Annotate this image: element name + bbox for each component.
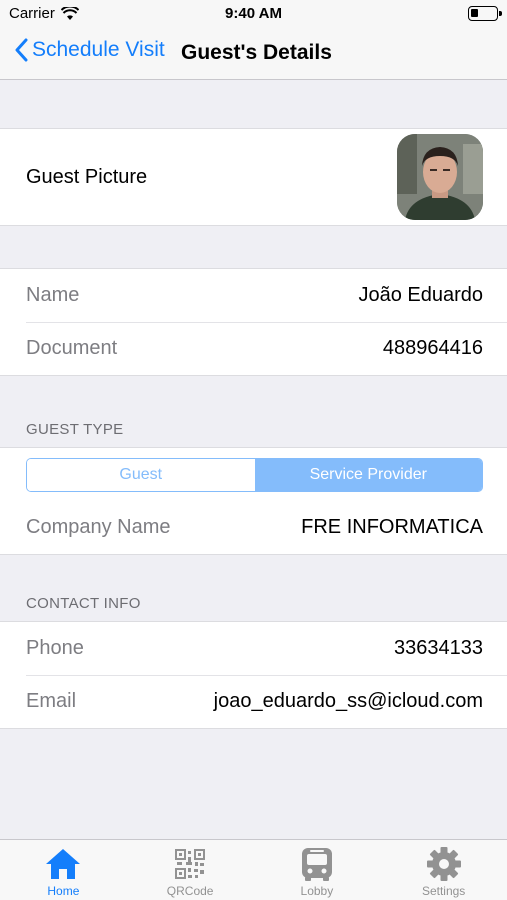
phone-value: 33634133: [394, 637, 483, 659]
email-label: Email: [26, 690, 77, 712]
tab-home[interactable]: Home: [0, 840, 127, 900]
guest-type-segmented-control[interactable]: Guest Service Provider: [26, 457, 483, 492]
gear-icon: [426, 847, 461, 881]
battery-icon: [468, 6, 502, 21]
contact-info-header: CONTACT INFO: [26, 595, 141, 612]
status-time: 9:40 AM: [225, 5, 282, 22]
tab-settings[interactable]: Settings: [380, 840, 507, 900]
guest-type-section: Guest Service Provider Company Name FRE …: [0, 447, 507, 555]
name-label: Name: [26, 284, 80, 306]
home-icon: [46, 849, 81, 879]
email-value: joao_eduardo_ss@icloud.com: [213, 690, 483, 712]
tab-lobby-label: Lobby: [300, 884, 334, 898]
tab-home-label: Home: [47, 884, 80, 898]
company-row: Company Name FRE INFORMATICA: [0, 501, 507, 554]
back-button[interactable]: Schedule Visit: [14, 38, 165, 62]
contact-info-section: Phone 33634133 Email joao_eduardo_ss@icl…: [0, 621, 507, 729]
tab-lobby[interactable]: Lobby: [254, 840, 381, 900]
tab-settings-label: Settings: [421, 884, 466, 898]
chevron-left-icon: [15, 38, 28, 62]
details-section: Name João Eduardo Document 488964416: [0, 268, 507, 376]
company-value: FRE INFORMATICA: [301, 516, 483, 538]
tab-qrcode[interactable]: QRCode: [127, 840, 254, 900]
back-label: Schedule Visit: [32, 38, 165, 61]
email-row: Email joao_eduardo_ss@icloud.com: [0, 675, 507, 728]
tab-bar: Home QRCode Lobby Settings: [0, 839, 507, 900]
name-row: Name João Eduardo: [0, 269, 507, 322]
name-value: João Eduardo: [358, 284, 483, 306]
company-label: Company Name: [26, 516, 171, 538]
segment-service-provider[interactable]: Service Provider: [254, 458, 482, 491]
guest-type-segment-row: Guest Service Provider: [0, 448, 507, 501]
page-title: Guest's Details: [181, 41, 332, 64]
status-bar: Carrier 9:40 AM: [0, 0, 507, 28]
segment-guest[interactable]: Guest: [27, 458, 255, 491]
guest-type-header: GUEST TYPE: [26, 421, 124, 438]
navigation-bar: Schedule Visit Guest's Details: [0, 28, 507, 80]
document-label: Document: [26, 337, 118, 359]
phone-label: Phone: [26, 637, 84, 659]
tab-qrcode-label: QRCode: [166, 884, 214, 898]
document-value: 488964416: [382, 337, 483, 359]
phone-row: Phone 33634133: [0, 622, 507, 675]
document-row: Document 488964416: [0, 322, 507, 375]
guest-photo-icon: [397, 134, 483, 220]
qrcode-icon: [175, 849, 206, 879]
bus-icon: [301, 848, 332, 881]
guest-picture-section: Guest Picture: [0, 128, 507, 226]
guest-picture-label: Guest Picture: [26, 165, 148, 188]
guest-avatar[interactable]: [397, 134, 483, 220]
guest-picture-row[interactable]: Guest Picture: [0, 129, 507, 225]
